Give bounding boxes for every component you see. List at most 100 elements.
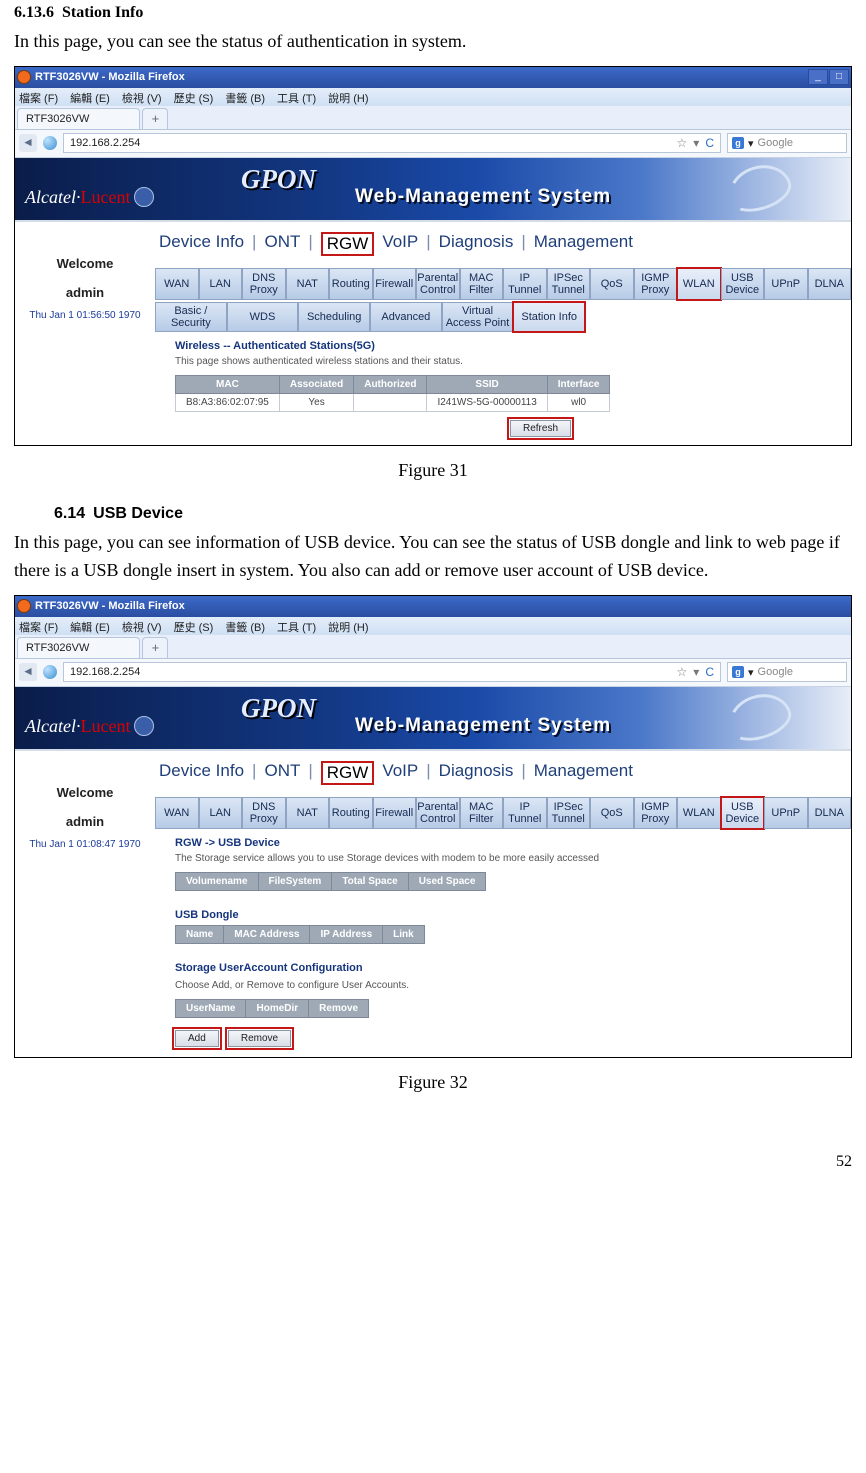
tab-scheduling[interactable]: Scheduling <box>298 302 370 332</box>
tab-wds[interactable]: WDS <box>227 302 299 332</box>
tab-usb-device[interactable]: USB Device <box>721 797 765 829</box>
gpon-banner: Alcatel·Lucent GPON Web-Management Syste… <box>15 158 851 220</box>
tab-mac-filter[interactable]: MAC Filter <box>460 268 504 300</box>
sidebar: Welcome admin Thu Jan 1 01:56:50 1970 <box>15 222 155 445</box>
tab-dlna[interactable]: DLNA <box>808 268 852 300</box>
tab-ipsec-tunnel[interactable]: IPSec Tunnel <box>547 268 591 300</box>
back-icon[interactable]: ◄ <box>19 663 37 681</box>
section-number: 6.14 <box>54 505 85 522</box>
search-box[interactable]: g▾ Google <box>727 133 847 153</box>
tab-lan[interactable]: LAN <box>199 268 243 300</box>
window-controls[interactable]: _□ <box>807 69 849 85</box>
browser-tab[interactable]: RTF3026VW <box>17 108 140 129</box>
url-text: 192.168.2.254 <box>70 137 140 149</box>
nav-device-info[interactable]: Device Info <box>159 761 244 785</box>
window-title: RTF3026VW - Mozilla Firefox <box>35 71 185 83</box>
nav-management[interactable]: Management <box>534 232 633 256</box>
tab-dns-proxy[interactable]: DNS Proxy <box>242 268 286 300</box>
tab-firewall[interactable]: Firewall <box>373 797 417 829</box>
tab-advanced[interactable]: Advanced <box>370 302 442 332</box>
page-crumbs: RGW -> USB Device <box>155 831 851 851</box>
refresh-button[interactable]: Refresh <box>510 420 571 437</box>
tab-qos[interactable]: QoS <box>590 268 634 300</box>
figure-32-screenshot: RTF3026VW - Mozilla Firefox 檔案 (F)編輯 (E)… <box>14 595 852 1058</box>
nav-device-info[interactable]: Device Info <box>159 232 244 256</box>
tab-upnp[interactable]: UPnP <box>764 797 808 829</box>
tab-lan[interactable]: LAN <box>199 797 243 829</box>
star-icon[interactable]: ☆ <box>677 665 688 679</box>
figure-31-screenshot: RTF3026VW - Mozilla Firefox _□ 檔案 (F)編輯 … <box>14 66 852 446</box>
nav-rgw[interactable]: RGW <box>321 232 375 256</box>
tab-routing[interactable]: Routing <box>329 797 373 829</box>
google-icon: g <box>732 666 744 678</box>
user-account-desc: Choose Add, or Remove to configure User … <box>155 978 851 999</box>
tab-parental-control[interactable]: Parental Control <box>416 797 460 829</box>
tab-wan[interactable]: WAN <box>155 268 199 300</box>
tab-ip-tunnel[interactable]: IP Tunnel <box>503 797 547 829</box>
url-input[interactable]: 192.168.2.254 ☆▾C <box>63 133 721 153</box>
welcome-label: Welcome <box>15 256 155 271</box>
tab-ip-tunnel[interactable]: IP Tunnel <box>503 268 547 300</box>
tab-qos[interactable]: QoS <box>590 797 634 829</box>
add-button[interactable]: Add <box>175 1030 219 1047</box>
tab-routing[interactable]: Routing <box>329 268 373 300</box>
tab-nat[interactable]: NAT <box>286 797 330 829</box>
reload-icon[interactable]: C <box>705 136 714 150</box>
url-bar: ◄ 192.168.2.254 ☆▾C g▾ Google <box>15 659 851 687</box>
tab-wlan[interactable]: WLAN <box>677 797 721 829</box>
browser-tabs: RTF3026VW + <box>15 106 851 130</box>
back-icon[interactable]: ◄ <box>19 134 37 152</box>
datetime-label: Thu Jan 1 01:08:47 1970 <box>15 839 155 850</box>
star-icon[interactable]: ☆ <box>677 136 688 150</box>
section-intro: In this page, you can see the status of … <box>14 28 852 56</box>
tab-nat[interactable]: NAT <box>286 268 330 300</box>
tab-igmp-proxy[interactable]: IGMP Proxy <box>634 268 678 300</box>
nav-diagnosis[interactable]: Diagnosis <box>439 232 514 256</box>
new-tab-button[interactable]: + <box>142 108 168 129</box>
nav-ont[interactable]: ONT <box>264 761 300 785</box>
tab-dns-proxy[interactable]: DNS Proxy <box>242 797 286 829</box>
tab-igmp-proxy[interactable]: IGMP Proxy <box>634 797 678 829</box>
browser-tab[interactable]: RTF3026VW <box>17 637 140 658</box>
tab-usb-device[interactable]: USB Device <box>721 268 765 300</box>
tab-ipsec-tunnel[interactable]: IPSec Tunnel <box>547 797 591 829</box>
welcome-label: Welcome <box>15 785 155 800</box>
tab-station-info[interactable]: Station Info <box>513 302 585 332</box>
menu-bar[interactable]: 檔案 (F)編輯 (E) 檢視 (V)歷史 (S) 書籤 (B)工具 (T) 說… <box>15 617 851 635</box>
google-icon: g <box>732 137 744 149</box>
nav-diagnosis[interactable]: Diagnosis <box>439 761 514 785</box>
nav-rgw[interactable]: RGW <box>321 761 375 785</box>
tab-wan[interactable]: WAN <box>155 797 199 829</box>
search-box[interactable]: g▾ Google <box>727 662 847 682</box>
tab-basic-security[interactable]: Basic / Security <box>155 302 227 332</box>
tab-virtual-ap[interactable]: Virtual Access Point <box>442 302 514 332</box>
tab-row-1: WAN LAN DNS Proxy NAT Routing Firewall P… <box>155 797 851 829</box>
remove-button[interactable]: Remove <box>228 1030 291 1047</box>
nav-voip[interactable]: VoIP <box>382 232 418 256</box>
new-tab-button[interactable]: + <box>142 637 168 658</box>
section-title: USB Device <box>93 505 183 522</box>
nav-voip[interactable]: VoIP <box>382 761 418 785</box>
section-heading: 6.13.6 Station Info <box>14 4 852 22</box>
firefox-icon <box>17 70 31 84</box>
page-desc: The Storage service allows you to use St… <box>155 851 851 872</box>
menu-bar[interactable]: 檔案 (F)編輯 (E) 檢視 (V)歷史 (S) 書籤 (B)工具 (T) 說… <box>15 88 851 106</box>
url-input[interactable]: 192.168.2.254 ☆▾C <box>63 662 721 682</box>
tab-firewall[interactable]: Firewall <box>373 268 417 300</box>
url-bar: ◄ 192.168.2.254 ☆▾C g▾ Google <box>15 130 851 158</box>
tab-wlan[interactable]: WLAN <box>677 268 721 300</box>
usb-dongle-title: USB Dongle <box>155 899 851 925</box>
nav-management[interactable]: Management <box>534 761 633 785</box>
tab-parental-control[interactable]: Parental Control <box>416 268 460 300</box>
window-titlebar: RTF3026VW - Mozilla Firefox _□ <box>15 67 851 88</box>
page-crumbs: Wireless -- Authenticated Stations(5G) <box>155 334 851 354</box>
page-number: 52 <box>14 1153 852 1171</box>
reload-icon[interactable]: C <box>705 665 714 679</box>
table-row: B8:A3:86:02:07:95Yes I241WS-5G-00000113 … <box>176 393 610 411</box>
tab-row-1: WAN LAN DNS Proxy NAT Routing Firewall P… <box>155 268 851 300</box>
nav-ont[interactable]: ONT <box>264 232 300 256</box>
storage-table: VolumenameFileSystem Total SpaceUsed Spa… <box>175 872 486 891</box>
tab-mac-filter[interactable]: MAC Filter <box>460 797 504 829</box>
tab-upnp[interactable]: UPnP <box>764 268 808 300</box>
tab-dlna[interactable]: DLNA <box>808 797 852 829</box>
